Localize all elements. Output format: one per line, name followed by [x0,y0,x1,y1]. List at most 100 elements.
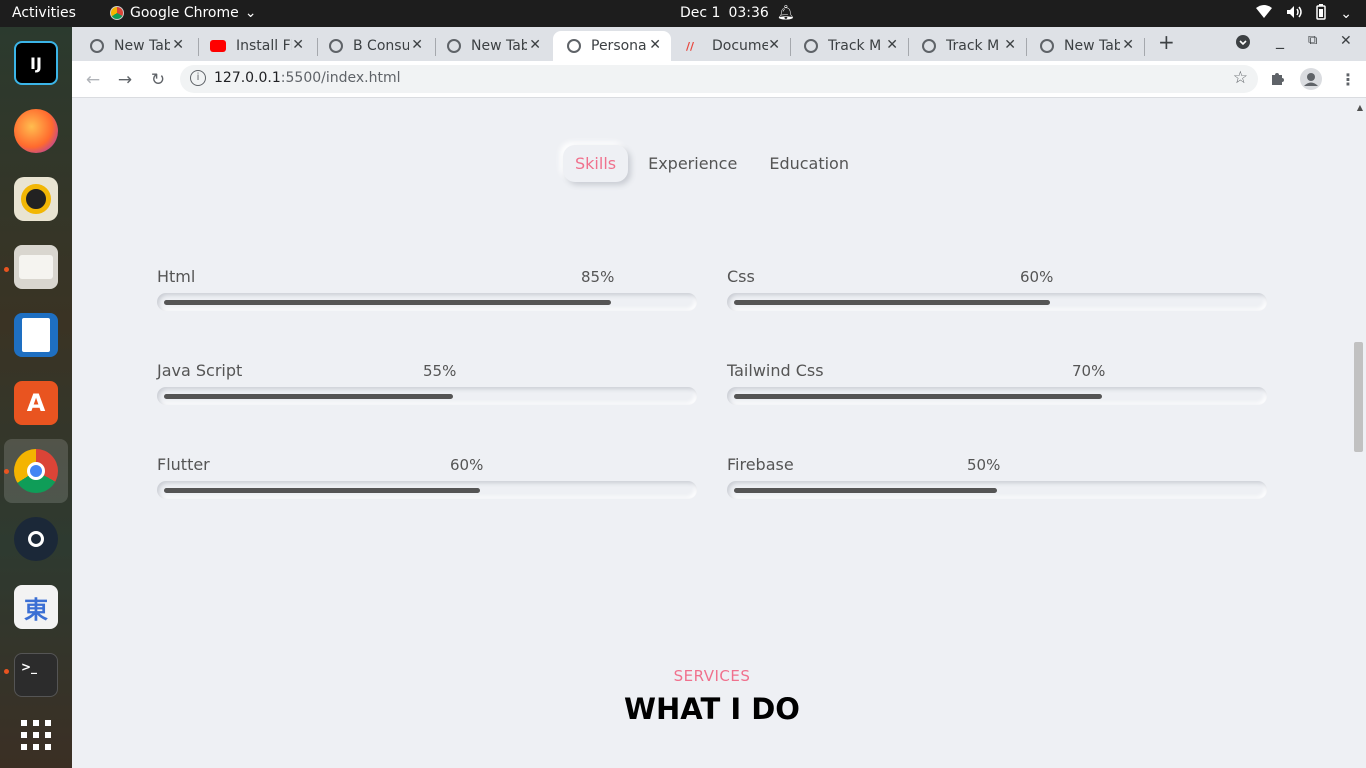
date-label: Dec 1 [680,5,721,21]
minimize-button[interactable]: _ [1276,30,1284,49]
services-eyebrow: SERVICES [673,667,751,685]
chrome-icon [90,39,104,53]
clock[interactable]: Dec 1 03:36 🔔︎ [680,5,795,21]
app-name: Google Chrome [130,5,239,21]
tab-search-icon[interactable] [1236,34,1250,53]
globe-icon [804,39,818,53]
skill-name: Tailwind Css [727,361,824,380]
skill-percent: 85% [581,268,615,286]
profile-avatar-icon[interactable] [1300,68,1322,94]
intellij-icon[interactable]: IJ [14,41,58,85]
software-center-icon[interactable]: A [14,381,58,425]
globe-icon [922,39,936,53]
scroll-up-arrow-icon[interactable]: ▲ [1357,103,1363,112]
battery-icon [1316,4,1327,24]
wifi-icon [1256,5,1273,23]
tab-education[interactable]: Education [757,145,861,182]
writer-icon[interactable] [14,313,58,357]
terminal-icon[interactable]: >_ [14,653,58,697]
url-path: :5500/index.html [280,70,401,86]
close-window-button[interactable]: ✕ [1340,33,1352,49]
skill-percent: 70% [1072,362,1106,380]
page-scrollbar[interactable]: ▲ [1352,99,1366,768]
new-tab-button[interactable]: + [1158,30,1175,54]
globe-icon [567,39,581,53]
reload-button[interactable]: ↻ [147,69,169,91]
progress-fill [734,300,1050,305]
dock: IJ A 東 >_ [0,27,72,768]
tab-title: Docume [712,38,768,54]
browser-tab[interactable]: Install Fl ✕ [196,31,314,61]
files-icon[interactable] [14,245,58,289]
chrome-icon [1040,39,1054,53]
qualification-tabs: Skills Experience Education [72,145,1352,182]
star-icon[interactable]: ☆ [1233,68,1248,88]
activities-button[interactable]: Activities [12,5,76,21]
progress-fill [164,300,611,305]
app-menu[interactable]: Google Chrome ⌄ [110,5,256,21]
tab-skills[interactable]: Skills [563,145,629,182]
tab-separator [1144,38,1145,56]
rhythmbox-icon[interactable] [14,177,58,221]
progress-track [157,387,697,405]
chrome-icon[interactable] [14,449,58,493]
kebab-menu-icon[interactable]: ⋮ [1340,70,1356,89]
browser-tab[interactable]: Track M ✕ [908,31,1026,61]
tab-strip: New Tab ✕ Install Fl ✕ B Consu ✕ New Tab ✕ P… [72,27,1366,61]
close-icon[interactable]: ✕ [1004,37,1016,53]
browser-tab-active[interactable]: Persona ✕ [553,31,671,61]
close-icon[interactable]: ✕ [529,37,541,53]
firefox-icon[interactable] [14,109,58,153]
progress-fill [164,488,480,493]
scrollbar-thumb[interactable] [1354,342,1363,452]
info-icon[interactable]: i [190,70,206,86]
tab-experience[interactable]: Experience [636,145,749,182]
web-page: Skills Experience Education Html 85% Css… [72,99,1366,768]
forward-button[interactable]: → [114,69,136,91]
time-label: 03:36 [728,5,769,21]
running-indicator [4,669,9,674]
browser-tab[interactable]: // Docume ✕ [672,31,790,61]
url-host: 127.0.0.1 [214,70,281,86]
skill-percent: 60% [1020,268,1054,286]
running-indicator [4,469,9,474]
tab-title: Track M [828,38,882,54]
skill-percent: 50% [967,456,1001,474]
skill-percent: 55% [423,362,457,380]
back-button[interactable]: ← [82,69,104,91]
steam-icon[interactable] [14,517,58,561]
close-icon[interactable]: ✕ [292,37,304,53]
skill-name: Css [727,267,755,286]
browser-tab[interactable]: New Tab ✕ [1026,31,1144,61]
app-grid-icon[interactable] [14,713,58,757]
progress-track [727,387,1267,405]
browser-tab[interactable]: New Tab ✕ [76,31,194,61]
restore-button[interactable]: ⧉ [1308,33,1317,48]
close-icon[interactable]: ✕ [886,37,898,53]
services-heading: WHAT I DO [624,692,800,726]
close-icon[interactable]: ✕ [411,37,423,53]
progress-track [157,293,697,311]
system-top-bar: Activities Google Chrome ⌄ Dec 1 03:36 🔔… [0,0,1366,27]
volume-icon [1286,5,1303,23]
extensions-icon[interactable] [1270,70,1286,90]
close-icon[interactable]: ✕ [768,37,780,53]
tab-title: Persona [591,38,647,54]
close-icon[interactable]: ✕ [649,37,661,53]
browser-tab[interactable]: New Tab ✕ [433,31,551,61]
system-tray[interactable]: ⌄ [1256,4,1352,24]
tab-title: New Tab [1064,38,1120,54]
globe-icon [329,39,343,53]
progress-fill [734,394,1102,399]
tab-title: Track M [946,38,1000,54]
address-bar[interactable]: i 127.0.0.1:5500/index.html ☆ [180,65,1258,93]
browser-tab[interactable]: B Consu ✕ [315,31,433,61]
skill-name: Java Script [157,361,243,380]
progress-track [727,293,1267,311]
chrome-icon [110,6,124,20]
browser-tab[interactable]: Track M ✕ [790,31,908,61]
progress-fill [164,394,453,399]
input-method-icon[interactable]: 東 [14,585,58,629]
close-icon[interactable]: ✕ [1122,37,1134,53]
close-icon[interactable]: ✕ [172,37,184,53]
